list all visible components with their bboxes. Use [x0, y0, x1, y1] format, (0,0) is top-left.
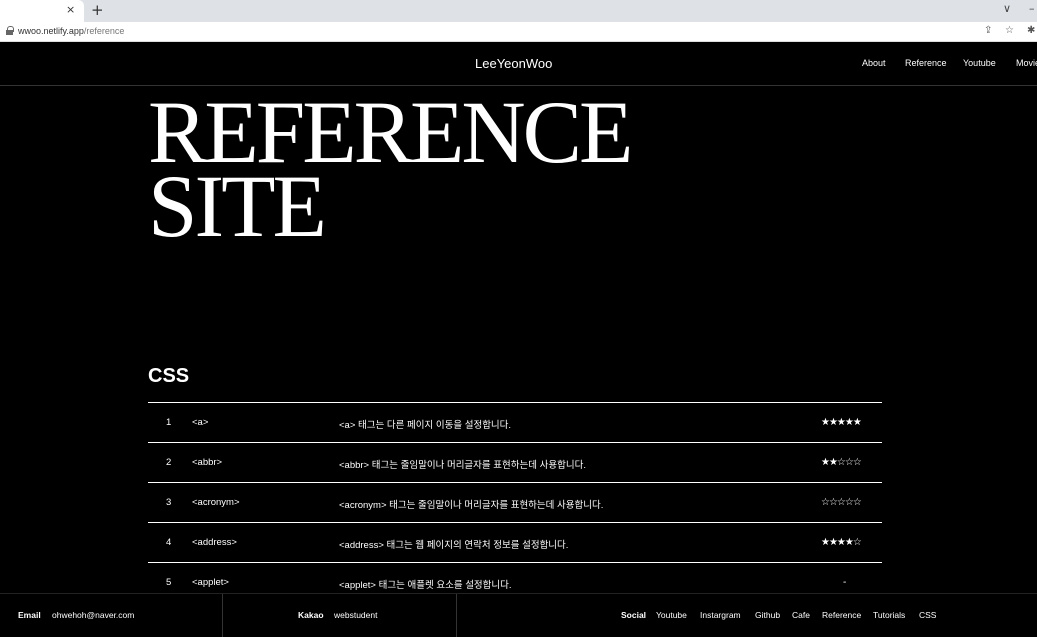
- share-icon[interactable]: ⇪: [984, 25, 992, 36]
- social-tutorials[interactable]: Tutorials: [873, 610, 905, 620]
- row-number: 1: [166, 417, 172, 428]
- row-description: <acronym> 태그는 줄임말이나 머리글자를 표현하는데 사용합니다.: [339, 500, 604, 511]
- table-row[interactable]: 4 <address> <address> 태그는 웹 페이지의 연락처 정보를…: [148, 523, 882, 563]
- social-cafe[interactable]: Cafe: [792, 610, 810, 620]
- page: LeeYeonWoo About Reference Youtube Movie…: [0, 43, 1037, 637]
- kakao-link[interactable]: webstudent: [334, 610, 377, 620]
- lock-icon: [6, 26, 14, 35]
- address-bar[interactable]: wwoo.netlify.app/reference ⇪ ☆ ✱: [0, 22, 1037, 42]
- url-text[interactable]: wwoo.netlify.app/reference: [18, 26, 124, 36]
- row-tag: <address>: [192, 537, 237, 548]
- row-tag: <a>: [192, 417, 209, 428]
- tab-close-icon[interactable]: ×: [66, 3, 75, 16]
- footer-email: Email ohwehoh@naver.com: [0, 594, 223, 637]
- kakao-label: Kakao: [298, 610, 324, 620]
- extensions-icon[interactable]: ✱: [1027, 25, 1035, 36]
- new-tab-button[interactable]: +: [91, 1, 104, 19]
- row-rating: ★★★★☆: [821, 537, 862, 548]
- row-rating: -: [843, 577, 847, 588]
- site-footer: Email ohwehoh@naver.com Kakao webstudent…: [0, 593, 1037, 637]
- row-number: 2: [166, 457, 172, 468]
- nav-about[interactable]: About: [862, 58, 886, 68]
- social-github[interactable]: Github: [755, 610, 780, 620]
- email-label: Email: [18, 610, 41, 620]
- table-row[interactable]: 3 <acronym> <acronym> 태그는 줄임말이나 머리글자를 표현…: [148, 483, 882, 523]
- url-path: /reference: [83, 26, 125, 36]
- row-description: <address> 태그는 웹 페이지의 연락처 정보를 설정합니다.: [339, 540, 569, 551]
- row-number: 4: [166, 537, 172, 548]
- social-instargram[interactable]: Instargram: [700, 610, 741, 620]
- footer-social: Social Youtube Instargram Github Cafe Re…: [457, 594, 1037, 637]
- site-logo[interactable]: LeeYeonWoo: [475, 56, 552, 71]
- row-rating: ★★★★★: [821, 417, 862, 428]
- url-host: wwoo.netlify.app: [18, 26, 84, 36]
- row-description: <a> 태그는 다른 페이지 이동을 설정합니다.: [339, 420, 512, 431]
- row-tag: <abbr>: [192, 457, 223, 468]
- section-title: CSS: [148, 365, 190, 387]
- nav-youtube[interactable]: Youtube: [963, 58, 996, 68]
- social-reference[interactable]: Reference: [822, 610, 861, 620]
- browser-tab[interactable]: ×: [0, 0, 84, 22]
- site-header: LeeYeonWoo About Reference Youtube Movie: [0, 43, 1037, 86]
- social-css[interactable]: CSS: [919, 610, 936, 620]
- chevron-down-icon[interactable]: ∨: [1003, 2, 1011, 15]
- table-row[interactable]: 1 <a> <a> 태그는 다른 페이지 이동을 설정합니다. ★★★★★: [148, 403, 882, 443]
- email-link[interactable]: ohwehoh@naver.com: [52, 610, 134, 620]
- table-row[interactable]: 2 <abbr> <abbr> 태그는 줄임말이나 머리글자를 표현하는데 사용…: [148, 443, 882, 483]
- nav-movie[interactable]: Movie: [1016, 58, 1037, 68]
- social-label: Social: [621, 610, 647, 620]
- browser-tab-strip: × + ∨ –: [0, 0, 1037, 22]
- row-tag: <acronym>: [192, 497, 240, 508]
- hero-title: REFERENCE SITE: [148, 89, 633, 252]
- row-description: <abbr> 태그는 줄임말이나 머리글자를 표현하는데 사용합니다.: [339, 460, 586, 471]
- row-description: <applet> 태그는 애플렛 요소를 설정합니다.: [339, 580, 512, 591]
- row-tag: <applet>: [192, 577, 229, 588]
- minimize-icon[interactable]: –: [1029, 2, 1035, 15]
- social-youtube[interactable]: Youtube: [656, 610, 687, 620]
- row-number: 5: [166, 577, 172, 588]
- row-number: 3: [166, 497, 172, 508]
- star-bookmark-icon[interactable]: ☆: [1005, 25, 1014, 36]
- nav-reference[interactable]: Reference: [905, 58, 947, 68]
- reference-table: 1 <a> <a> 태그는 다른 페이지 이동을 설정합니다. ★★★★★ 2 …: [148, 402, 882, 603]
- row-rating: ★★☆☆☆: [821, 457, 862, 468]
- row-rating: ☆☆☆☆☆: [821, 497, 862, 508]
- footer-kakao: Kakao webstudent: [223, 594, 457, 637]
